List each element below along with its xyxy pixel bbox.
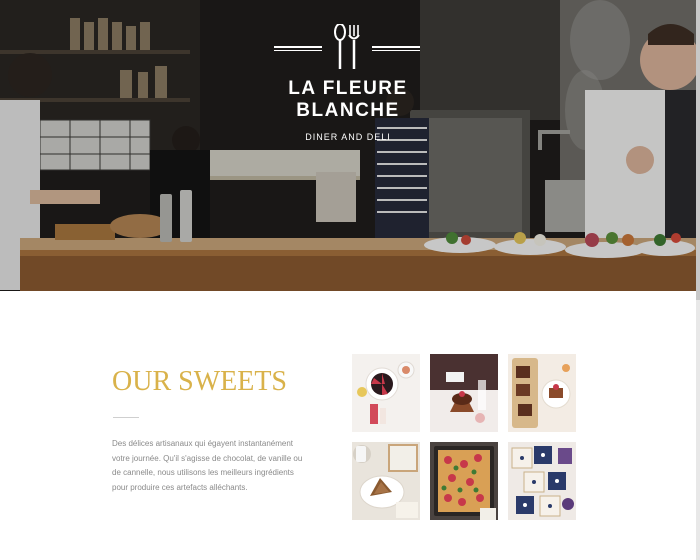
gallery-tile-cake-slices[interactable] xyxy=(352,354,420,432)
brand-name-line1: LA FLEURE xyxy=(288,78,408,99)
section-title: OUR SWEETS xyxy=(112,366,287,397)
scrollbar-thumb[interactable] xyxy=(696,0,700,300)
brand-tagline: DINER AND DELI xyxy=(305,132,391,142)
brand-name: LA FLEURE BLANCHE xyxy=(268,78,428,122)
gallery-tile-pizza[interactable] xyxy=(430,442,498,520)
logo-rule-right xyxy=(372,46,420,51)
cupcake-image xyxy=(430,354,498,432)
gallery-tile-cupcake[interactable] xyxy=(430,354,498,432)
brand-name-line2: BLANCHE xyxy=(296,100,400,121)
gallery-tile-brownies[interactable] xyxy=(508,354,576,432)
brand-logo[interactable]: LA FLEURE BLANCHE DINER AND DELI xyxy=(268,24,428,142)
fork-spoon-icon xyxy=(334,24,360,69)
section-description: Des délices artisanaux qui égayent insta… xyxy=(112,439,303,492)
page-scrollbar[interactable] xyxy=(696,0,700,560)
gallery-tile-cookies[interactable] xyxy=(508,442,576,520)
pizza-image xyxy=(430,442,498,520)
section-divider xyxy=(113,417,139,418)
logo-rule-left xyxy=(274,46,322,51)
cake-slices-image xyxy=(352,354,420,432)
gallery-tile-cake-coffee[interactable] xyxy=(352,442,420,520)
brownies-image xyxy=(508,354,576,432)
cake-coffee-image xyxy=(352,442,420,520)
hero-banner: LA FLEURE BLANCHE DINER AND DELI xyxy=(0,0,696,291)
cookies-image xyxy=(508,442,576,520)
